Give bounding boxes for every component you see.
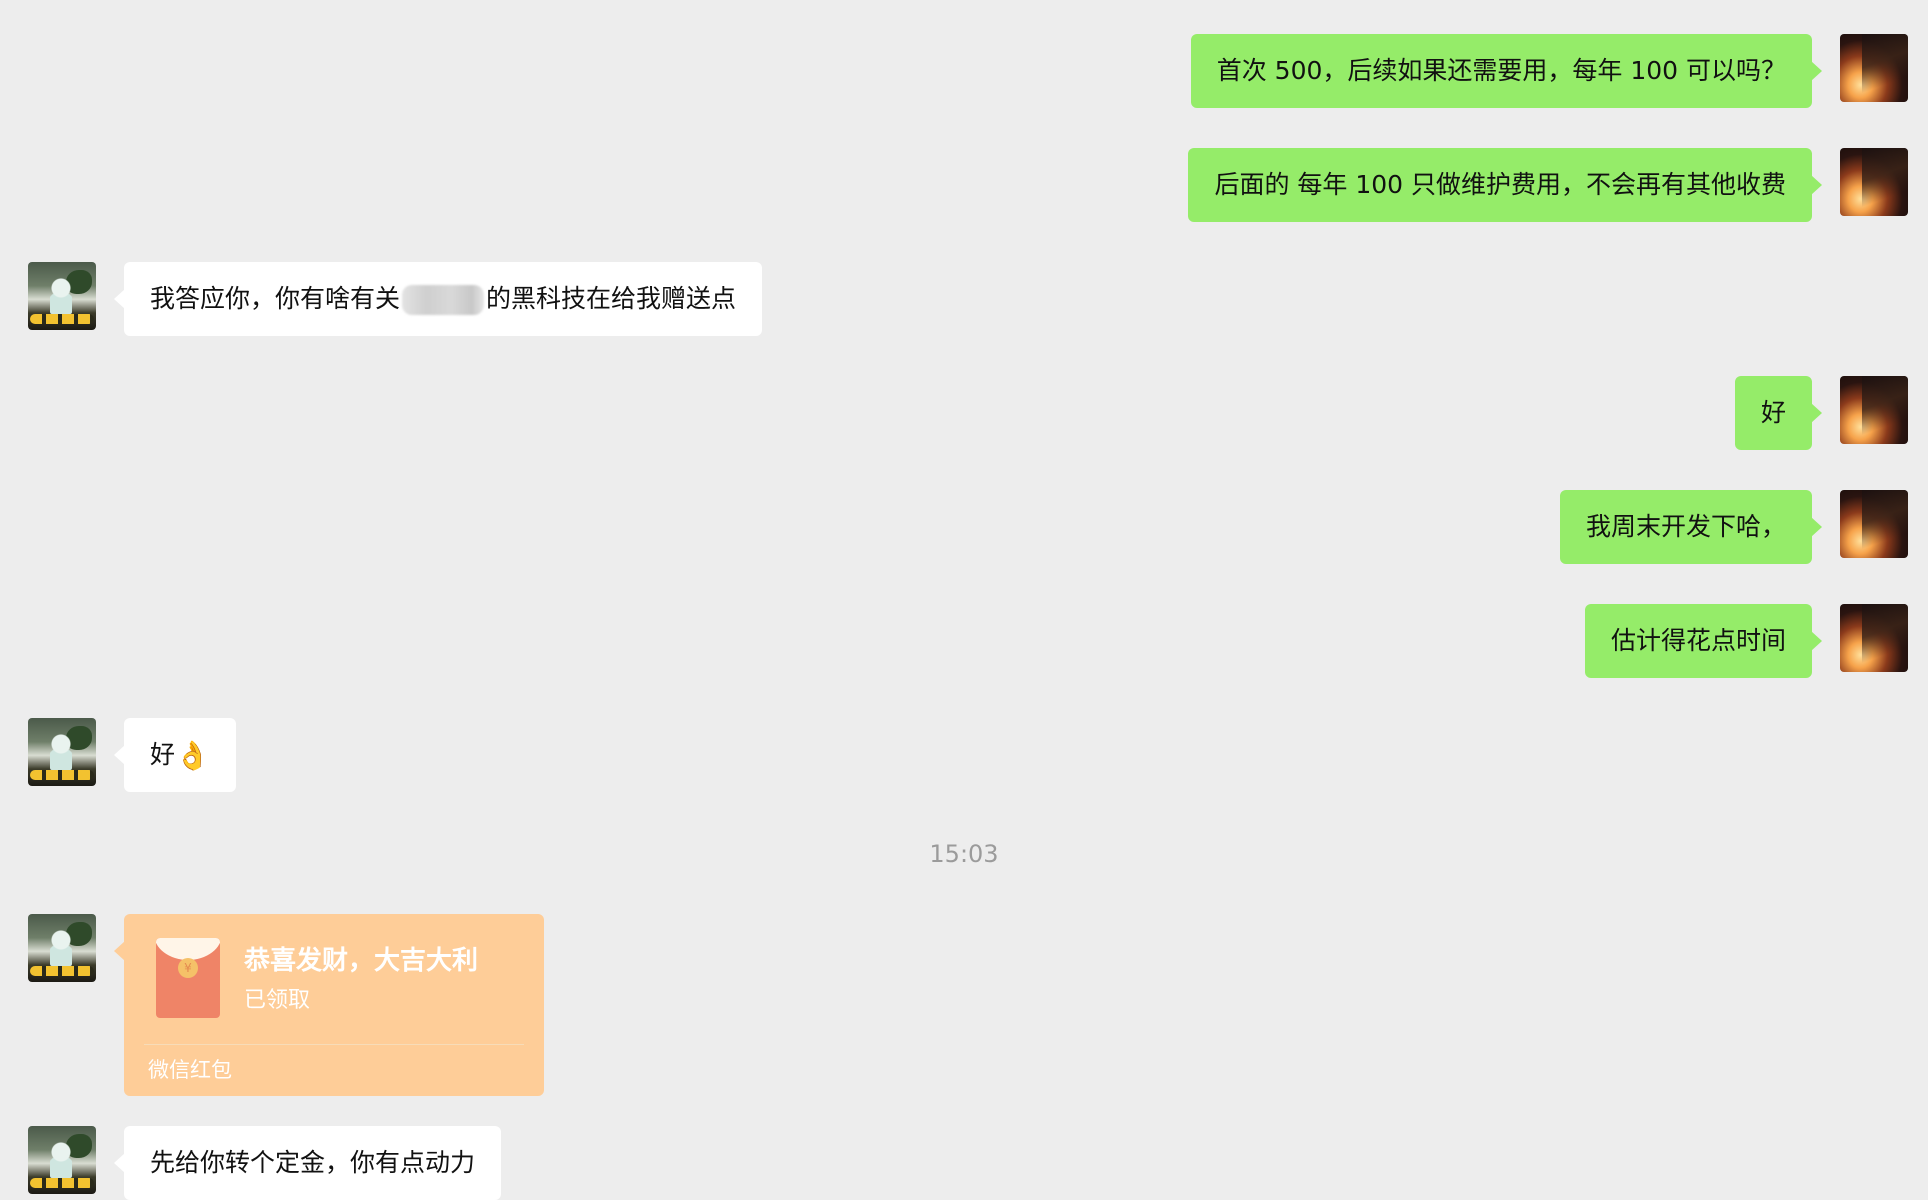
avatar-gourd-graphic (50, 1140, 72, 1180)
envelope-flap (156, 938, 220, 960)
redacted-text (402, 285, 485, 315)
avatar-gourd-graphic (50, 276, 72, 316)
red-packet-card[interactable]: ¥ 恭喜发财，大吉大利 已领取 微信红包 (114, 914, 544, 1096)
ok-hand-emoji: 👌 (175, 739, 210, 772)
avatar-coins-graphic (30, 770, 94, 780)
my-message-bubble[interactable]: 后面的 每年 100 只做维护费用，不会再有其他收费 (1188, 148, 1822, 222)
red-packet-divider (144, 1044, 524, 1045)
contact-avatar[interactable] (28, 718, 96, 786)
message-row: 首次 500，后续如果还需要用，每年 100 可以吗？ (0, 34, 1928, 108)
my-avatar[interactable] (1840, 148, 1908, 216)
message-row: 后面的 每年 100 只做维护费用，不会再有其他收费 (0, 148, 1928, 222)
my-avatar[interactable] (1840, 376, 1908, 444)
my-message-bubble[interactable]: 好 (1734, 376, 1823, 450)
contact-avatar[interactable] (28, 1126, 96, 1194)
red-envelope-icon: ¥ (156, 938, 220, 1018)
avatar-coins-graphic (30, 966, 94, 976)
message-row: 好👌 (0, 718, 1928, 792)
envelope-seal: ¥ (178, 958, 198, 978)
my-message-bubble[interactable]: 首次 500，后续如果还需要用，每年 100 可以吗？ (1190, 34, 1823, 108)
contact-avatar[interactable] (28, 262, 96, 330)
red-packet-title: 恭喜发财，大吉大利 (244, 946, 479, 976)
avatar-gourd-graphic (50, 928, 72, 968)
my-avatar[interactable] (1840, 604, 1908, 672)
red-packet-label: 微信红包 (148, 1058, 232, 1082)
message-text-before: 我答应你，你有啥有关 (150, 284, 401, 313)
red-packet-status: 已领取 (244, 988, 311, 1013)
contact-message-bubble[interactable]: 先给你转个定金，你有点动力 (113, 1126, 502, 1200)
message-row: 估计得花点时间 (0, 604, 1928, 678)
message-row: 我答应你，你有啥有关 的黑科技在给我赠送点 (0, 262, 1928, 336)
message-row: ¥ 恭喜发财，大吉大利 已领取 微信红包 (0, 914, 1928, 1096)
message-row: 我周末开发下哈， (0, 490, 1928, 564)
my-message-bubble[interactable]: 我周末开发下哈， (1559, 490, 1823, 564)
message-text-after: 的黑科技在给我赠送点 (486, 284, 737, 313)
my-avatar[interactable] (1840, 34, 1908, 102)
contact-avatar[interactable] (28, 914, 96, 982)
message-text: 好 (150, 740, 176, 769)
chat-timestamp: 15:03 (929, 840, 999, 868)
avatar-coins-graphic (30, 314, 94, 324)
contact-message-bubble[interactable]: 好👌 (114, 718, 236, 792)
my-message-bubble[interactable]: 估计得花点时间 (1584, 604, 1823, 678)
contact-message-bubble[interactable]: 我答应你，你有啥有关 的黑科技在给我赠送点 (113, 262, 763, 336)
avatar-gourd-graphic (50, 732, 72, 772)
my-avatar[interactable] (1840, 490, 1908, 558)
message-row: 好 (0, 376, 1928, 450)
message-row: 先给你转个定金，你有点动力 (0, 1126, 1928, 1200)
